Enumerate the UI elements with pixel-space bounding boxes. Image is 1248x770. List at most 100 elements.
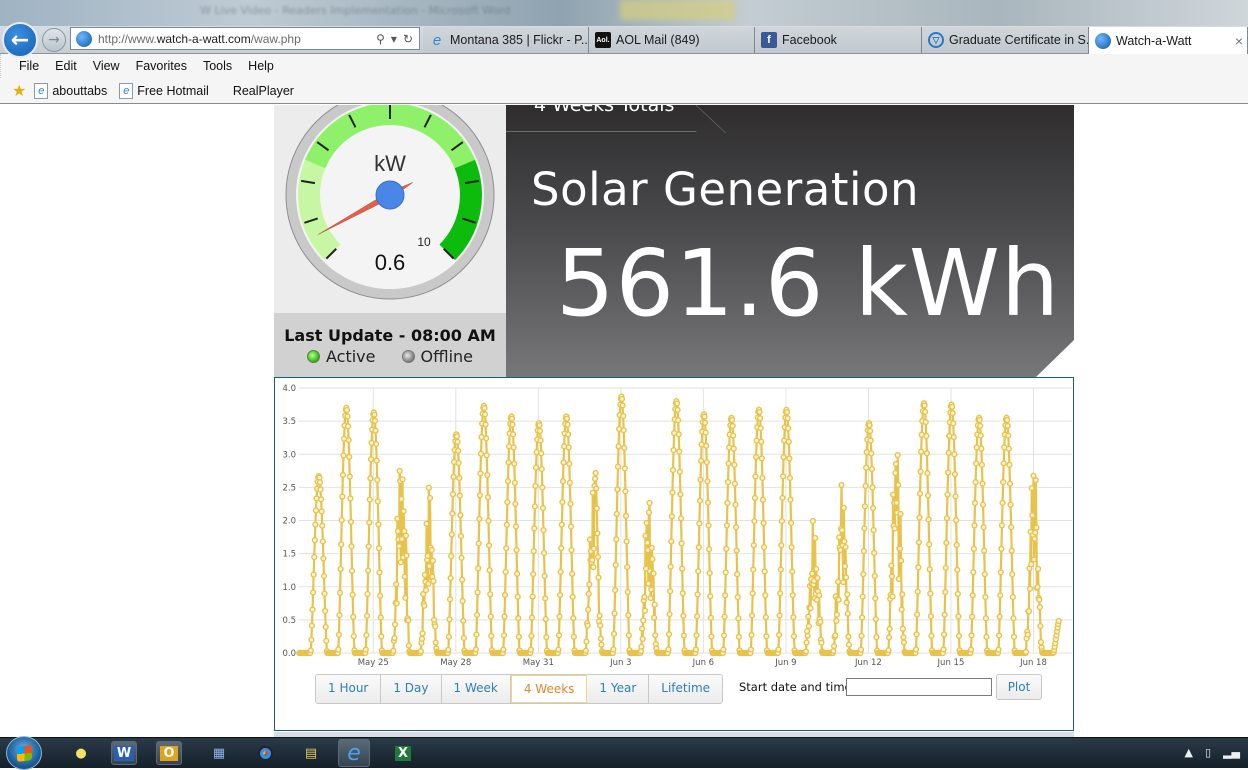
range-1-year-button[interactable]: 1 Year bbox=[587, 675, 650, 703]
generation-data-point bbox=[641, 607, 649, 614]
generation-data-point bbox=[886, 625, 893, 633]
favorite-abouttabs[interactable]: e abouttabs bbox=[34, 82, 107, 99]
show-hidden-icons-icon[interactable]: ▲ bbox=[1185, 746, 1193, 759]
tab-graduate-certificate[interactable]: ▽ Graduate Certificate in S... bbox=[922, 27, 1089, 53]
range-1-hour-button[interactable]: 1 Hour bbox=[316, 675, 382, 703]
outlook-icon[interactable]: O bbox=[156, 741, 182, 765]
y-tick-label: 3.5 bbox=[282, 417, 296, 427]
generation-data-point bbox=[373, 440, 380, 448]
battery-icon[interactable]: ▯ bbox=[1205, 746, 1211, 759]
start-button[interactable] bbox=[6, 736, 42, 770]
generation-data-point bbox=[816, 592, 823, 599]
menu-help[interactable]: Help bbox=[248, 59, 274, 73]
chrome-icon[interactable] bbox=[252, 741, 278, 765]
range-1-week-button[interactable]: 1 Week bbox=[441, 675, 511, 703]
generation-data-point bbox=[514, 593, 521, 600]
generation-data-point bbox=[400, 508, 407, 515]
facebook-icon: f bbox=[761, 32, 777, 48]
totals-value: 561.6 kWh bbox=[556, 230, 1061, 337]
generation-data-point bbox=[539, 504, 547, 512]
tab-facebook[interactable]: f Facebook bbox=[755, 27, 922, 53]
generation-data-point bbox=[921, 402, 928, 409]
menu-edit[interactable]: Edit bbox=[55, 59, 77, 73]
generation-data-point bbox=[647, 594, 654, 602]
generation-data-point bbox=[460, 634, 467, 642]
generation-data-point bbox=[432, 639, 439, 646]
generation-data-point bbox=[790, 633, 798, 640]
generation-data-point bbox=[995, 646, 1002, 653]
generation-data-point bbox=[339, 493, 346, 500]
excel-icon[interactable]: X bbox=[390, 741, 416, 765]
explorer-icon[interactable]: ▤ bbox=[298, 741, 324, 765]
generation-data-point bbox=[393, 600, 400, 607]
tab-watch-a-watt[interactable]: Watch-a-Watt × bbox=[1089, 27, 1248, 54]
generation-data-point bbox=[457, 512, 464, 519]
tab-aol-mail[interactable]: Aol. AOL Mail (849) bbox=[589, 27, 755, 53]
generation-data-point bbox=[785, 425, 792, 432]
generation-data-point bbox=[915, 539, 922, 546]
generation-data-point bbox=[680, 612, 687, 620]
y-tick-label: 2.0 bbox=[282, 517, 296, 527]
generation-data-point bbox=[445, 646, 452, 653]
favorites-star-icon[interactable]: ★ bbox=[12, 81, 26, 101]
generation-data-point bbox=[695, 568, 702, 575]
menu-file[interactable]: File bbox=[19, 59, 39, 73]
generation-data-point bbox=[612, 587, 619, 594]
refresh-icon[interactable]: ↻ bbox=[403, 32, 413, 46]
generation-data-point bbox=[511, 479, 518, 486]
back-button[interactable]: ← bbox=[2, 22, 38, 58]
generation-data-point bbox=[646, 499, 653, 507]
generation-data-point bbox=[748, 631, 755, 638]
close-tab-icon[interactable]: × bbox=[1235, 33, 1243, 49]
address-url[interactable]: http://www.watch-a-watt.com/waw.php bbox=[98, 32, 376, 46]
generation-data-point bbox=[346, 453, 353, 461]
generation-data-point bbox=[840, 504, 847, 511]
generation-data-point bbox=[586, 536, 594, 543]
generation-data-point bbox=[871, 549, 878, 557]
generation-chart[interactable]: 0.0 0.5 1.0 1.5 2.0 2.5 3.0 3.5 4.0 May 25 May 28 M… bbox=[275, 378, 1073, 668]
range-lifetime-button[interactable]: Lifetime bbox=[649, 675, 723, 703]
generation-data-point bbox=[537, 437, 544, 444]
menu-tools[interactable]: Tools bbox=[203, 59, 232, 73]
favorite-free-hotmail[interactable]: e Free Hotmail bbox=[119, 82, 209, 99]
generation-data-point bbox=[978, 461, 986, 468]
menu-view[interactable]: View bbox=[93, 59, 120, 73]
range-4-weeks-button[interactable]: 4 Weeks bbox=[510, 675, 588, 703]
word-icon[interactable]: W bbox=[111, 741, 137, 765]
generation-data-point bbox=[925, 516, 932, 523]
internet-explorer-icon[interactable]: e bbox=[338, 739, 370, 767]
generation-data-point bbox=[426, 494, 434, 502]
forward-button[interactable]: → bbox=[42, 28, 66, 52]
generation-data-point bbox=[677, 491, 684, 498]
plot-button[interactable]: Plot bbox=[996, 674, 1042, 700]
generation-data-point bbox=[565, 431, 572, 438]
generation-data-point bbox=[918, 448, 925, 455]
generation-data-point bbox=[453, 433, 461, 440]
dropdown-icon[interactable]: ▾ bbox=[391, 32, 397, 46]
back-arrow-icon: ← bbox=[10, 27, 30, 53]
generation-data-point bbox=[972, 479, 979, 486]
generation-data-point bbox=[527, 646, 534, 653]
generation-data-point bbox=[750, 566, 757, 573]
generation-data-point bbox=[971, 499, 979, 507]
network-icon[interactable]: ▦ bbox=[206, 741, 232, 765]
generation-data-point bbox=[1025, 608, 1033, 615]
signal-icon[interactable]: ▂▄ bbox=[1223, 746, 1240, 759]
favorite-realplayer[interactable]: RealPlayer bbox=[233, 84, 294, 98]
address-bar[interactable]: http://www.watch-a-watt.com/waw.php ⚲ ▾ … bbox=[70, 27, 420, 50]
generation-data-point bbox=[809, 518, 816, 525]
generation-data-point bbox=[457, 532, 465, 540]
generation-data-point bbox=[564, 421, 571, 428]
start-date-input[interactable] bbox=[846, 678, 992, 696]
menu-favorites[interactable]: Favorites bbox=[136, 59, 187, 73]
generation-data-point bbox=[347, 495, 354, 502]
tab-montana-flickr[interactable]: e Montana 385 | Flickr - P... bbox=[423, 27, 589, 53]
generation-data-point bbox=[997, 592, 1004, 599]
generation-data-point bbox=[391, 621, 399, 628]
file-manager-icon[interactable]: ● bbox=[68, 741, 94, 765]
generation-data-point bbox=[429, 557, 436, 564]
generation-data-point bbox=[582, 647, 589, 654]
search-icon[interactable]: ⚲ bbox=[376, 32, 385, 46]
range-1-day-button[interactable]: 1 Day bbox=[381, 675, 442, 703]
watch-a-watt-icon bbox=[1095, 32, 1111, 49]
